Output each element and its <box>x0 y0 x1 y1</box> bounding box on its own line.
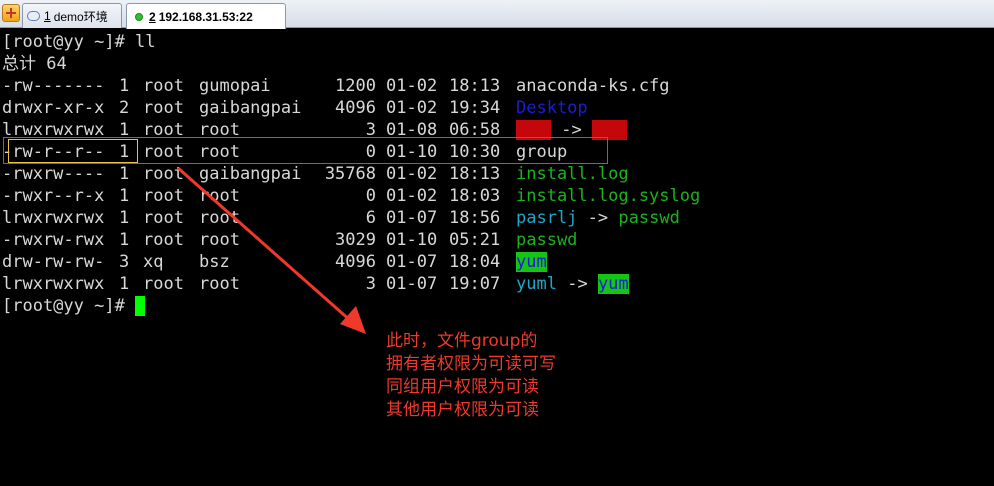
arrow-head <box>340 306 366 334</box>
note-line: 同组用户权限为可读 <box>386 377 539 397</box>
terminal-window: 1 demo环境 2 192.168.31.53:22 [root@yy ~]#… <box>0 0 994 486</box>
arrow-shaft <box>177 166 353 324</box>
note-line: 拥有者权限为可读可写 <box>386 354 556 374</box>
note-line: 此时，文件group的 <box>386 331 538 351</box>
note-line: 其他用户权限为可读 <box>386 400 539 420</box>
annotation-note: 此时，文件group的 拥有者权限为可读可写 同组用户权限为可读 其他用户权限为… <box>386 330 556 422</box>
